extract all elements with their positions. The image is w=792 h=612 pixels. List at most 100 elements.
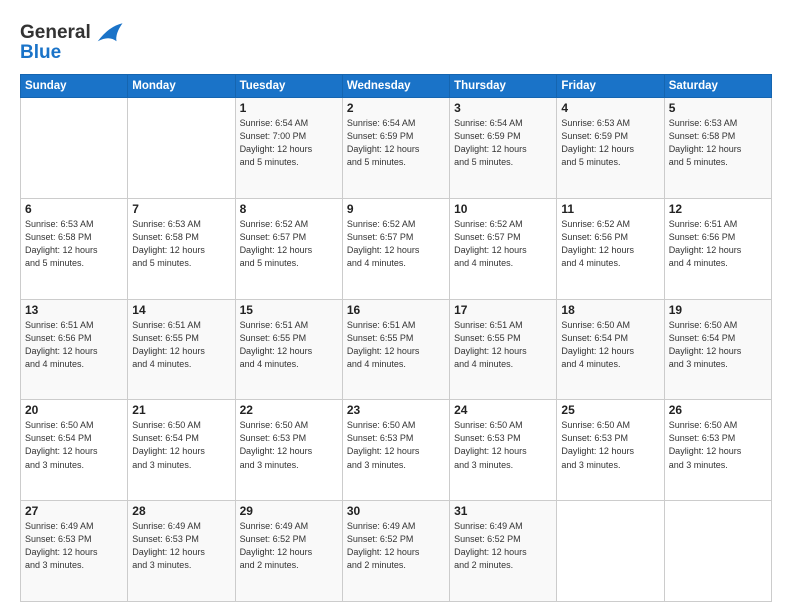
day-number: 21 [132, 403, 230, 417]
calendar-cell: 29 Sunrise: 6:49 AM Sunset: 6:52 PM Dayli… [235, 501, 342, 602]
day-number: 7 [132, 202, 230, 216]
weekday-header-tuesday: Tuesday [235, 75, 342, 98]
calendar-cell: 26 Sunrise: 6:50 AM Sunset: 6:53 PM Dayli… [664, 400, 771, 501]
day-info: Sunrise: 6:54 AM Sunset: 7:00 PM Dayligh… [240, 117, 338, 169]
calendar-week-row: 27 Sunrise: 6:49 AM Sunset: 6:53 PM Dayli… [21, 501, 772, 602]
weekday-header-sunday: Sunday [21, 75, 128, 98]
day-number: 8 [240, 202, 338, 216]
header: General Blue [20, 16, 772, 64]
weekday-header-thursday: Thursday [450, 75, 557, 98]
day-info: Sunrise: 6:52 AM Sunset: 6:57 PM Dayligh… [454, 218, 552, 270]
day-info: Sunrise: 6:50 AM Sunset: 6:54 PM Dayligh… [561, 319, 659, 371]
day-info: Sunrise: 6:53 AM Sunset: 6:58 PM Dayligh… [669, 117, 767, 169]
logo-general-text: General [20, 22, 91, 44]
day-info: Sunrise: 6:52 AM Sunset: 6:56 PM Dayligh… [561, 218, 659, 270]
day-info: Sunrise: 6:52 AM Sunset: 6:57 PM Dayligh… [240, 218, 338, 270]
calendar-week-row: 1 Sunrise: 6:54 AM Sunset: 7:00 PM Daylig… [21, 98, 772, 199]
day-number: 29 [240, 504, 338, 518]
day-number: 25 [561, 403, 659, 417]
day-number: 10 [454, 202, 552, 216]
day-info: Sunrise: 6:50 AM Sunset: 6:53 PM Dayligh… [347, 419, 445, 471]
calendar-cell: 10 Sunrise: 6:52 AM Sunset: 6:57 PM Dayli… [450, 198, 557, 299]
calendar-week-row: 6 Sunrise: 6:53 AM Sunset: 6:58 PM Daylig… [21, 198, 772, 299]
day-info: Sunrise: 6:49 AM Sunset: 6:52 PM Dayligh… [454, 520, 552, 572]
day-number: 20 [25, 403, 123, 417]
calendar-cell: 19 Sunrise: 6:50 AM Sunset: 6:54 PM Dayli… [664, 299, 771, 400]
day-info: Sunrise: 6:51 AM Sunset: 6:56 PM Dayligh… [669, 218, 767, 270]
day-number: 6 [25, 202, 123, 216]
day-number: 3 [454, 101, 552, 115]
weekday-header-friday: Friday [557, 75, 664, 98]
day-info: Sunrise: 6:50 AM Sunset: 6:53 PM Dayligh… [561, 419, 659, 471]
day-info: Sunrise: 6:53 AM Sunset: 6:58 PM Dayligh… [25, 218, 123, 270]
calendar-cell: 13Sunrise: 6:51 AM Sunset: 6:56 PM Dayli… [21, 299, 128, 400]
day-info: Sunrise: 6:51 AM Sunset: 6:55 PM Dayligh… [454, 319, 552, 371]
calendar-cell: 6 Sunrise: 6:53 AM Sunset: 6:58 PM Daylig… [21, 198, 128, 299]
calendar-cell: 27 Sunrise: 6:49 AM Sunset: 6:53 PM Dayli… [21, 501, 128, 602]
calendar-cell: 4 Sunrise: 6:53 AM Sunset: 6:59 PM Daylig… [557, 98, 664, 199]
weekday-header-wednesday: Wednesday [342, 75, 449, 98]
day-number: 16 [347, 303, 445, 317]
calendar-cell [557, 501, 664, 602]
day-number: 22 [240, 403, 338, 417]
day-info: Sunrise: 6:52 AM Sunset: 6:57 PM Dayligh… [347, 218, 445, 270]
day-info: Sunrise: 6:54 AM Sunset: 6:59 PM Dayligh… [454, 117, 552, 169]
day-info: Sunrise: 6:51 AM Sunset: 6:55 PM Dayligh… [132, 319, 230, 371]
page: General Blue SundayMondayTuesdayWednesda… [0, 0, 792, 612]
day-info: Sunrise: 6:49 AM Sunset: 6:53 PM Dayligh… [132, 520, 230, 572]
day-number: 11 [561, 202, 659, 216]
calendar-week-row: 20 Sunrise: 6:50 AM Sunset: 6:54 PM Dayli… [21, 400, 772, 501]
calendar-cell: 7 Sunrise: 6:53 AM Sunset: 6:58 PM Daylig… [128, 198, 235, 299]
day-info: Sunrise: 6:50 AM Sunset: 6:53 PM Dayligh… [454, 419, 552, 471]
day-info: Sunrise: 6:50 AM Sunset: 6:53 PM Dayligh… [240, 419, 338, 471]
calendar-header-row: SundayMondayTuesdayWednesdayThursdayFrid… [21, 75, 772, 98]
day-number: 4 [561, 101, 659, 115]
calendar-week-row: 13Sunrise: 6:51 AM Sunset: 6:56 PM Dayli… [21, 299, 772, 400]
calendar-cell: 22 Sunrise: 6:50 AM Sunset: 6:53 PM Dayli… [235, 400, 342, 501]
calendar-cell: 11 Sunrise: 6:52 AM Sunset: 6:56 PM Dayli… [557, 198, 664, 299]
calendar-cell: 9 Sunrise: 6:52 AM Sunset: 6:57 PM Daylig… [342, 198, 449, 299]
calendar-cell: 16 Sunrise: 6:51 AM Sunset: 6:55 PM Dayli… [342, 299, 449, 400]
logo-bird-icon [94, 20, 124, 46]
day-info: Sunrise: 6:50 AM Sunset: 6:54 PM Dayligh… [669, 319, 767, 371]
day-info: Sunrise: 6:49 AM Sunset: 6:52 PM Dayligh… [240, 520, 338, 572]
day-info: Sunrise: 6:53 AM Sunset: 6:59 PM Dayligh… [561, 117, 659, 169]
calendar-cell: 21 Sunrise: 6:50 AM Sunset: 6:54 PM Dayli… [128, 400, 235, 501]
day-number: 2 [347, 101, 445, 115]
day-info: Sunrise: 6:49 AM Sunset: 6:53 PM Dayligh… [25, 520, 123, 572]
day-info: Sunrise: 6:50 AM Sunset: 6:54 PM Dayligh… [25, 419, 123, 471]
day-info: Sunrise: 6:51 AM Sunset: 6:55 PM Dayligh… [240, 319, 338, 371]
day-info: Sunrise: 6:50 AM Sunset: 6:53 PM Dayligh… [669, 419, 767, 471]
calendar-cell: 24 Sunrise: 6:50 AM Sunset: 6:53 PM Dayli… [450, 400, 557, 501]
day-number: 24 [454, 403, 552, 417]
day-number: 31 [454, 504, 552, 518]
calendar-cell: 12Sunrise: 6:51 AM Sunset: 6:56 PM Dayli… [664, 198, 771, 299]
day-number: 9 [347, 202, 445, 216]
day-number: 15 [240, 303, 338, 317]
calendar-cell: 3 Sunrise: 6:54 AM Sunset: 6:59 PM Daylig… [450, 98, 557, 199]
day-number: 30 [347, 504, 445, 518]
day-info: Sunrise: 6:53 AM Sunset: 6:58 PM Dayligh… [132, 218, 230, 270]
calendar-cell: 30Sunrise: 6:49 AM Sunset: 6:52 PM Dayli… [342, 501, 449, 602]
day-number: 28 [132, 504, 230, 518]
calendar-cell [128, 98, 235, 199]
calendar-cell [21, 98, 128, 199]
logo: General Blue [20, 20, 124, 64]
day-number: 27 [25, 504, 123, 518]
day-number: 26 [669, 403, 767, 417]
calendar-cell: 28 Sunrise: 6:49 AM Sunset: 6:53 PM Dayli… [128, 501, 235, 602]
calendar-cell [664, 501, 771, 602]
calendar-cell: 8 Sunrise: 6:52 AM Sunset: 6:57 PM Daylig… [235, 198, 342, 299]
day-number: 1 [240, 101, 338, 115]
day-info: Sunrise: 6:51 AM Sunset: 6:55 PM Dayligh… [347, 319, 445, 371]
day-number: 19 [669, 303, 767, 317]
calendar-cell: 1 Sunrise: 6:54 AM Sunset: 7:00 PM Daylig… [235, 98, 342, 199]
calendar-cell: 14Sunrise: 6:51 AM Sunset: 6:55 PM Dayli… [128, 299, 235, 400]
calendar-cell: 2Sunrise: 6:54 AM Sunset: 6:59 PM Daylig… [342, 98, 449, 199]
calendar-cell: 17Sunrise: 6:51 AM Sunset: 6:55 PM Dayli… [450, 299, 557, 400]
day-number: 13 [25, 303, 123, 317]
day-info: Sunrise: 6:50 AM Sunset: 6:54 PM Dayligh… [132, 419, 230, 471]
weekday-header-monday: Monday [128, 75, 235, 98]
calendar-cell: 5Sunrise: 6:53 AM Sunset: 6:58 PM Daylig… [664, 98, 771, 199]
calendar-cell: 15 Sunrise: 6:51 AM Sunset: 6:55 PM Dayli… [235, 299, 342, 400]
